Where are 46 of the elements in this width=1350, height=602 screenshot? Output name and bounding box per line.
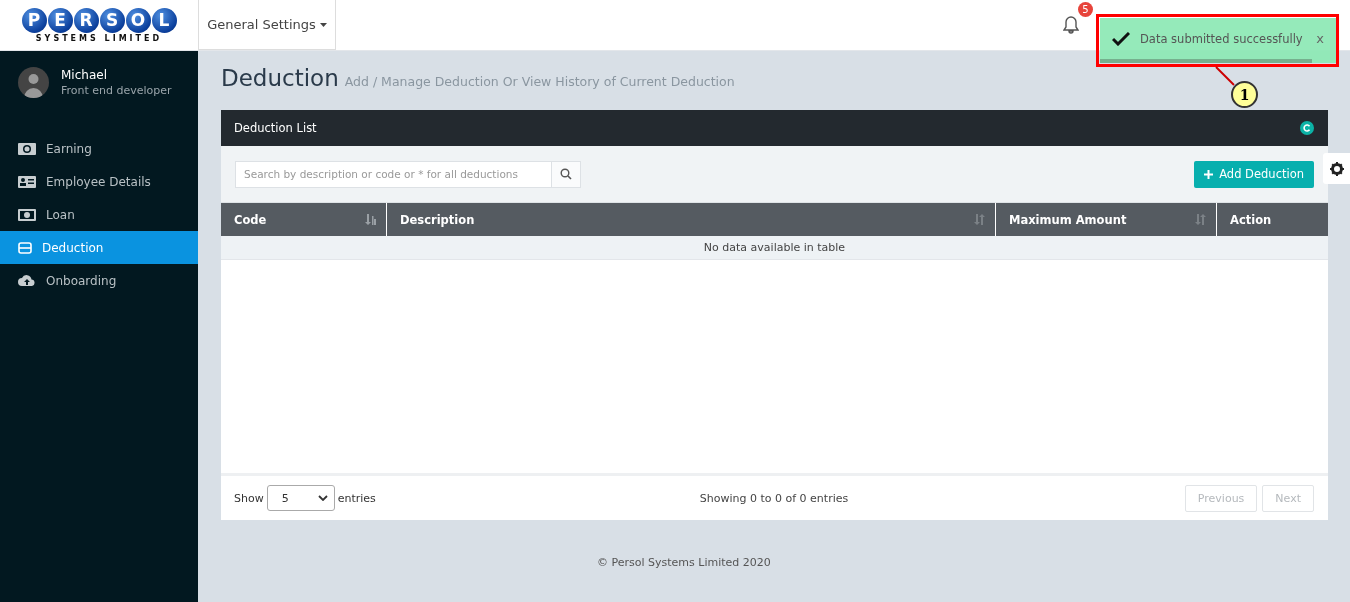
checkmark-icon [1112,31,1130,46]
chevron-down-icon [317,495,328,501]
sort-ascending-icon [365,214,376,225]
table-info: Showing 0 to 0 of 0 entries [699,491,849,505]
sidebar-item[interactable]: Employee Details [0,165,198,198]
page-size-select[interactable]: 5 [266,485,335,511]
column-title: Description [400,212,475,227]
column-header[interactable]: Code [221,203,386,236]
leader-line [1214,66,1236,86]
sidebar-item[interactable]: Onboarding [0,264,198,297]
logo: P E R S O L SYSTEMS LIMITED [0,0,198,50]
search-field[interactable]: Search by description or code or * for all deductions [235,160,552,188]
search-icon [560,168,572,180]
settings-menu-button[interactable]: General Settings [198,0,336,50]
cloud-upload-icon [18,274,36,287]
toast-message: Data submitted successfully [1140,31,1304,46]
column-title: Action [1230,212,1272,227]
sort-icon [974,214,985,225]
plus-icon [1204,169,1214,179]
page-title: Deduction [221,65,339,91]
settings-icon [1329,161,1344,176]
sort-icon [1195,214,1206,225]
column-title: Code [234,212,267,227]
avatar-icon [18,67,49,98]
column-title: Maximum Amount [1009,212,1127,227]
page-subtitle: Add / Manage Deduction Or View History of Current Deduction [344,74,735,89]
settings-tab[interactable] [1323,153,1350,184]
id-card-icon [18,175,36,188]
banknote-icon [18,208,36,221]
caret-icon [319,22,327,27]
search-button[interactable] [552,160,581,188]
entries-label: entries [337,491,376,505]
user-name: Michael [61,68,108,82]
bell-icon[interactable] [1063,16,1079,34]
empty-table-message: No data available in table [221,236,1328,260]
copyright: © Persol Systems Limited 2020 [597,556,771,569]
sidebar-item[interactable]: Loan [0,198,198,231]
banknote-icon [18,142,36,155]
close-button[interactable]: x [1316,31,1324,46]
user-role: Front end developer [61,84,172,97]
panel-icon [18,241,32,254]
panel-title: Deduction List [234,121,317,135]
refresh-icon[interactable] [1300,121,1314,135]
show-label: Show [234,491,264,505]
callout-number: 1 [1231,81,1258,108]
sidebar-item[interactable]: Earning [0,132,198,165]
